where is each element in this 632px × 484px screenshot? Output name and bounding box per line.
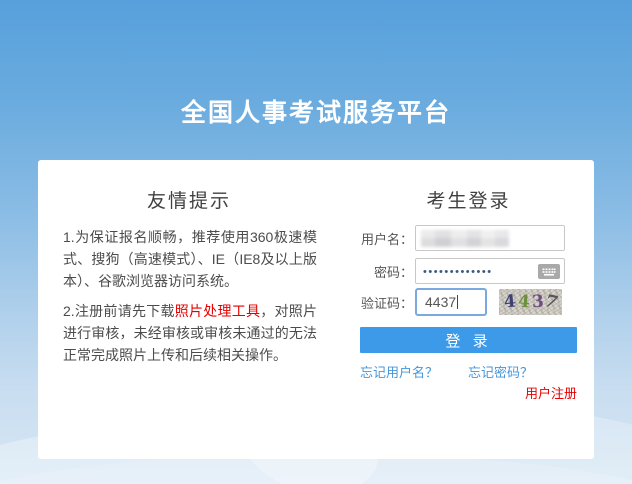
login-heading: 考生登录: [360, 186, 577, 213]
text-caret: [457, 295, 458, 309]
captcha-image[interactable]: 4 4 3 7: [499, 289, 562, 315]
login-card: 友情提示 1.为保证报名顺畅，推荐使用360极速模式、搜狗（高速模式）、IE（I…: [38, 160, 594, 459]
forgot-password-link[interactable]: 忘记密码？: [468, 362, 533, 381]
password-label: 密码：: [355, 262, 413, 281]
captcha-digit: 4: [517, 292, 530, 313]
username-label: 用户名：: [355, 229, 413, 248]
tips-note-1: 1.为保证报名顺畅，推荐使用360极速模式、搜狗（高速模式）、IE（IE8及以上…: [63, 226, 317, 292]
username-input[interactable]: [415, 225, 565, 251]
captcha-input-value: 4437: [425, 294, 456, 310]
register-link[interactable]: 用户注册: [525, 383, 577, 402]
login-button[interactable]: 登 录: [360, 327, 577, 353]
password-row: 密码： •••••••••••••: [355, 257, 565, 285]
captcha-input[interactable]: 4437: [415, 288, 487, 316]
tips-heading: 友情提示: [63, 186, 315, 213]
captcha-digit: 7: [541, 291, 561, 312]
keyboard-icon[interactable]: [538, 264, 560, 279]
helper-links: 忘记用户名？ 忘记密码？: [360, 362, 577, 378]
captcha-row: 验证码： 4437 4 4 3 7: [355, 288, 562, 316]
password-input[interactable]: •••••••••••••: [415, 258, 565, 284]
captcha-digit: 4: [503, 292, 517, 313]
redacted-username-blur: [421, 230, 509, 247]
photo-tool-link[interactable]: 照片处理工具: [175, 303, 261, 319]
username-row: 用户名：: [355, 224, 565, 252]
captcha-label: 验证码：: [355, 293, 413, 312]
tips-note-2-prefix: 2.注册前请先下载: [63, 303, 175, 319]
forgot-username-link[interactable]: 忘记用户名？: [360, 362, 438, 381]
password-masked-value: •••••••••••••: [423, 266, 493, 278]
site-title: 全国人事考试服务平台: [0, 93, 632, 129]
page-background: 全国人事考试服务平台 友情提示 1.为保证报名顺畅，推荐使用360极速模式、搜狗…: [0, 0, 632, 484]
tips-note-2: 2.注册前请先下载照片处理工具，对照片进行审核，未经审核或审核未通过的无法正常完…: [63, 300, 317, 366]
